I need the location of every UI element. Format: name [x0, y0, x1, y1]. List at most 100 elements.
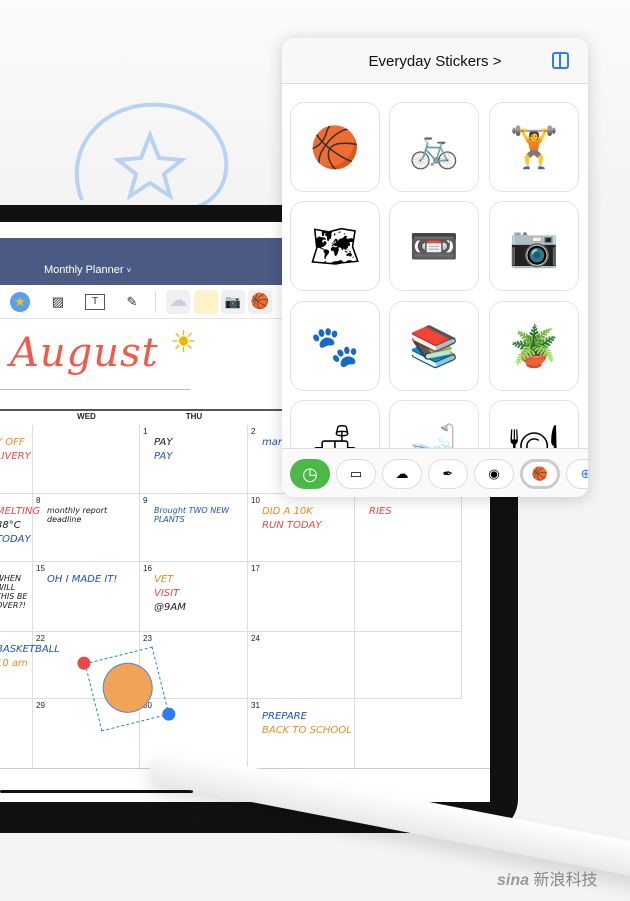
calendar-day-cell[interactable] [33, 425, 140, 494]
tablet-drawing-icon-glyph: 🐾 [310, 324, 360, 369]
calendar-day-cell[interactable]: RIES [355, 494, 462, 562]
tablet-drawing-icon[interactable]: 🐾 [290, 301, 380, 391]
handwritten-note: monthly report deadline [47, 506, 108, 524]
sticker-icon[interactable]: ★ [10, 292, 30, 312]
day-number: 9 [143, 496, 148, 505]
handwritten-note: Brought TWO NEW PLANTS [154, 506, 230, 524]
document-title-text: Monthly Planner [44, 264, 124, 276]
handwritten-note: 10 am [0, 658, 28, 669]
calendar-day-cell[interactable]: 17 [248, 562, 355, 632]
pen-icon[interactable]: ✒ [428, 459, 468, 489]
map-magnifier-icon[interactable]: 🗺 [290, 201, 380, 291]
calendar-day-cell[interactable]: Y OFF LIVERY [0, 425, 33, 494]
day-number: 10 [251, 496, 260, 505]
calendar-day-cell[interactable]: 21BASKETBALL10 am [0, 632, 60, 699]
cassette-tape-icon-glyph: 📼 [409, 224, 459, 269]
note-sticker-icon[interactable] [194, 290, 218, 314]
handwritten-note: PAY [154, 437, 173, 448]
weekday-wed: WED [77, 412, 96, 421]
toolbar-divider [155, 291, 156, 313]
handwritten-note: RIES [369, 506, 392, 517]
calendar-day-cell[interactable]: 10 DID A 10K RUN TODAY [248, 494, 355, 562]
handwritten-note: DID A 10K [262, 506, 313, 517]
cloud-icon-glyph: ☁ [395, 466, 409, 481]
badge-icon-glyph: ◉ [488, 466, 500, 481]
day-number: 15 [36, 564, 45, 573]
day-number: 29 [36, 701, 45, 710]
handwritten-note: OH I MADE IT! [47, 574, 118, 585]
map-magnifier-icon-glyph: 🗺 [309, 224, 361, 269]
day-number: 31 [251, 701, 260, 710]
day-number: 24 [251, 634, 260, 643]
cloud-sticker-icon[interactable]: ☁ [166, 290, 190, 314]
calendar-day-cell[interactable]: 7MELTING38°CTODAY [0, 494, 40, 562]
handwritten-note: TODAY [0, 534, 31, 545]
badge-icon[interactable]: ◉ [474, 459, 514, 489]
calendar-day-cell[interactable]: 8 monthly report deadline [33, 494, 140, 562]
camera-icon[interactable]: 📷 [489, 201, 579, 291]
document-title[interactable]: Monthly Planner ˅ [44, 264, 131, 276]
calendar-day-cell[interactable]: 1 PAY PAY [140, 425, 248, 494]
add-icon-glyph: ⊕ [580, 466, 588, 481]
day-number: 16 [143, 564, 152, 573]
handwritten-note: @9AM [154, 602, 186, 613]
sticker-pack-title-text: Everyday Stickers [368, 53, 489, 70]
potted-plant-icon-glyph: 🪴 [509, 324, 559, 369]
month-title: August [10, 330, 159, 376]
calendar-day-cell[interactable]: 28 [0, 699, 33, 769]
handwritten-note: 38°C [0, 520, 21, 531]
day-number: 1 [143, 427, 148, 436]
sticker-doodle-icon [74, 102, 229, 211]
yoga-mat-dumbbell-icon[interactable]: 🏋 [489, 102, 579, 192]
basketball-icon [97, 657, 159, 719]
recent-clock-icon[interactable]: ◷ [290, 459, 330, 489]
table-books-icon[interactable]: 📚 [389, 301, 479, 391]
table-books-icon-glyph: 📚 [409, 324, 459, 369]
sticker-pack-tray: ◷ ▭ ☁ ✒ ◉ 🏀 ⊕ [282, 448, 588, 497]
image-icon[interactable]: ▨ [48, 292, 68, 312]
basketball-pack-icon[interactable]: 🏀 [520, 459, 560, 489]
day-number: 2 [251, 427, 256, 436]
sticker-panel: Everyday Stickers > 🏀 🚲 🏋 🗺 📼 📷 🐾 📚 🪴 🛋 🛁 🍽 ◷ ▭ ☁ ✒ ◉ 🏀 ⊕ [282, 38, 588, 497]
calendar-day-cell[interactable] [355, 562, 462, 632]
bicycle-icon[interactable]: 🚲 [389, 102, 479, 192]
calendar-day-cell[interactable]: 31 PREPARE BACK TO SCHOOL [248, 699, 355, 769]
handwritten-note: PREPARE [262, 711, 307, 722]
calendar-day-cell[interactable]: 24 [248, 632, 355, 699]
basketball-sticker-icon[interactable]: 🏀 [248, 290, 272, 314]
calendar-day-cell[interactable]: 14WHEN WILL THIS BE OVER?! [0, 562, 33, 632]
washi-tape-icon[interactable]: ▭ [336, 459, 376, 489]
horizontal-scrollbar[interactable] [0, 790, 193, 793]
sina-logo: sina [497, 872, 530, 889]
sina-watermark: sina 新浪科技 [497, 866, 597, 890]
potted-plant-icon[interactable]: 🪴 [489, 301, 579, 391]
basketball-pack-icon-glyph: 🏀 [531, 466, 549, 481]
cassette-tape-icon[interactable]: 📼 [389, 201, 479, 291]
day-number: 23 [143, 634, 152, 643]
camera-sticker-icon[interactable]: 📷 [221, 290, 245, 314]
handwritten-note: VISIT [154, 588, 180, 599]
day-number: 8 [36, 496, 41, 505]
calendar-day-cell[interactable]: 9 Brought TWO NEW PLANTS [140, 494, 248, 562]
laser-pointer-icon[interactable]: ✎ [122, 292, 142, 312]
text-box-icon[interactable]: T [85, 294, 105, 310]
sticker-panel-header: Everyday Stickers > [282, 38, 588, 84]
yoga-mat-dumbbell-icon-glyph: 🏋 [509, 125, 559, 170]
bicycle-icon-glyph: 🚲 [409, 125, 459, 170]
camera-icon-glyph: 📷 [509, 224, 559, 269]
add-icon[interactable]: ⊕ [566, 459, 588, 489]
sticker-pack-title[interactable]: Everyday Stickers > [282, 53, 588, 70]
handwritten-note: WHEN WILL THIS BE OVER?! [0, 574, 28, 610]
handwritten-note: RUN TODAY [262, 520, 322, 531]
title-underline [0, 389, 190, 390]
calendar-day-cell[interactable]: 15 OH I MADE IT! [33, 562, 140, 632]
washi-tape-icon-glyph: ▭ [349, 466, 363, 481]
basketball-icon[interactable]: 🏀 [290, 102, 380, 192]
calendar-day-cell[interactable] [355, 632, 462, 699]
calendar-day-cell[interactable]: 16 VET VISIT @9AM [140, 562, 248, 632]
chevron-down-icon: ˅ [126, 266, 132, 275]
cloud-icon[interactable]: ☁ [382, 459, 422, 489]
sun-icon: ☀ [170, 326, 197, 359]
handwritten-note: LIVERY [0, 451, 31, 462]
sidebar-toggle-icon[interactable] [552, 52, 569, 69]
